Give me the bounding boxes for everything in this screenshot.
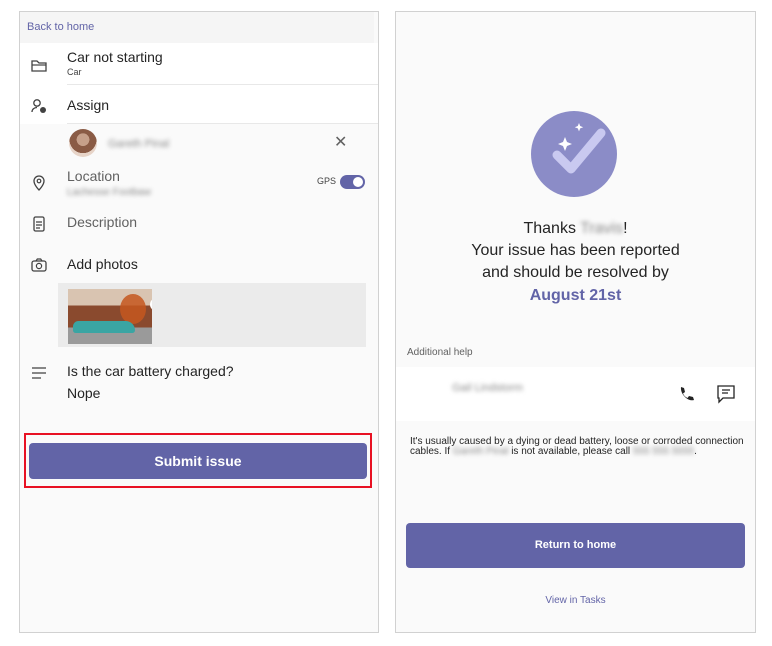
help-blur-name: Gareth Pinal bbox=[452, 446, 509, 457]
resolved-line: and should be resolved by bbox=[482, 264, 669, 281]
thanks-prefix: Thanks bbox=[523, 220, 576, 237]
resolve-date: August 21st bbox=[529, 287, 622, 304]
additional-help-label: Additional help bbox=[407, 347, 473, 358]
answer-text[interactable]: Nope bbox=[67, 385, 100, 401]
photo-tree bbox=[120, 294, 146, 324]
submit-issue-button[interactable]: Submit issue bbox=[29, 443, 367, 479]
add-photos-label[interactable]: Add photos bbox=[67, 256, 138, 272]
view-in-tasks-link[interactable]: View in Tasks bbox=[396, 595, 755, 606]
assign-label: Assign bbox=[67, 97, 110, 113]
help-text-2: is not available, please call bbox=[511, 446, 631, 457]
return-to-home-button[interactable]: Return to home bbox=[406, 523, 745, 568]
thanks-suffix: ! bbox=[623, 220, 628, 237]
assign-row[interactable]: Assign bbox=[20, 85, 378, 124]
notes-icon bbox=[30, 215, 48, 233]
contact-card: Gail Lindstorm bbox=[396, 367, 755, 421]
thanks-line: Thanks Travis! bbox=[396, 220, 755, 238]
help-blur-phone: 555 555 5555 bbox=[632, 446, 695, 457]
reported-line: Your issue has been reported bbox=[471, 242, 680, 259]
question-text: Is the car battery charged? bbox=[67, 363, 234, 379]
checkmark-badge-icon bbox=[531, 111, 617, 197]
phone-icon[interactable] bbox=[677, 385, 695, 403]
issue-category: Car bbox=[67, 67, 82, 77]
close-icon[interactable]: ✕ bbox=[334, 135, 347, 151]
divider bbox=[67, 123, 378, 124]
car-photo[interactable]: 🗑 bbox=[68, 289, 152, 344]
help-text-3: . bbox=[694, 446, 697, 457]
report-issue-form: Back to home Car not starting Car Assign… bbox=[19, 11, 379, 633]
photo-strip: 🗑 bbox=[58, 283, 366, 347]
assignee-avatar bbox=[69, 129, 97, 157]
camera-icon bbox=[30, 256, 48, 274]
thanks-name: Travis bbox=[580, 220, 624, 237]
help-text: It's usually caused by a dying or dead b… bbox=[410, 437, 744, 457]
location-pin-icon bbox=[30, 174, 48, 192]
list-lines-icon bbox=[30, 364, 48, 382]
issue-title: Car not starting bbox=[67, 49, 163, 65]
folder-icon bbox=[30, 57, 48, 75]
location-label: Location bbox=[67, 168, 120, 184]
issue-confirmation: Thanks Travis! Your issue has been repor… bbox=[395, 11, 756, 633]
description-field[interactable]: Description bbox=[67, 214, 137, 230]
gps-toggle[interactable] bbox=[340, 175, 365, 189]
assignee-name: Gareth Pinal bbox=[108, 138, 170, 150]
issue-title-row[interactable]: Car not starting Car bbox=[20, 43, 378, 85]
location-value: Lachesse Footbaw bbox=[67, 187, 151, 198]
back-to-home-link[interactable]: Back to home bbox=[20, 12, 374, 43]
gps-label: GPS bbox=[317, 176, 337, 186]
photo-car bbox=[73, 321, 135, 333]
trash-icon[interactable]: 🗑 bbox=[150, 298, 152, 311]
assign-person-icon bbox=[30, 97, 48, 115]
chat-icon[interactable] bbox=[716, 384, 736, 404]
contact-name: Gail Lindstorm bbox=[452, 382, 523, 394]
